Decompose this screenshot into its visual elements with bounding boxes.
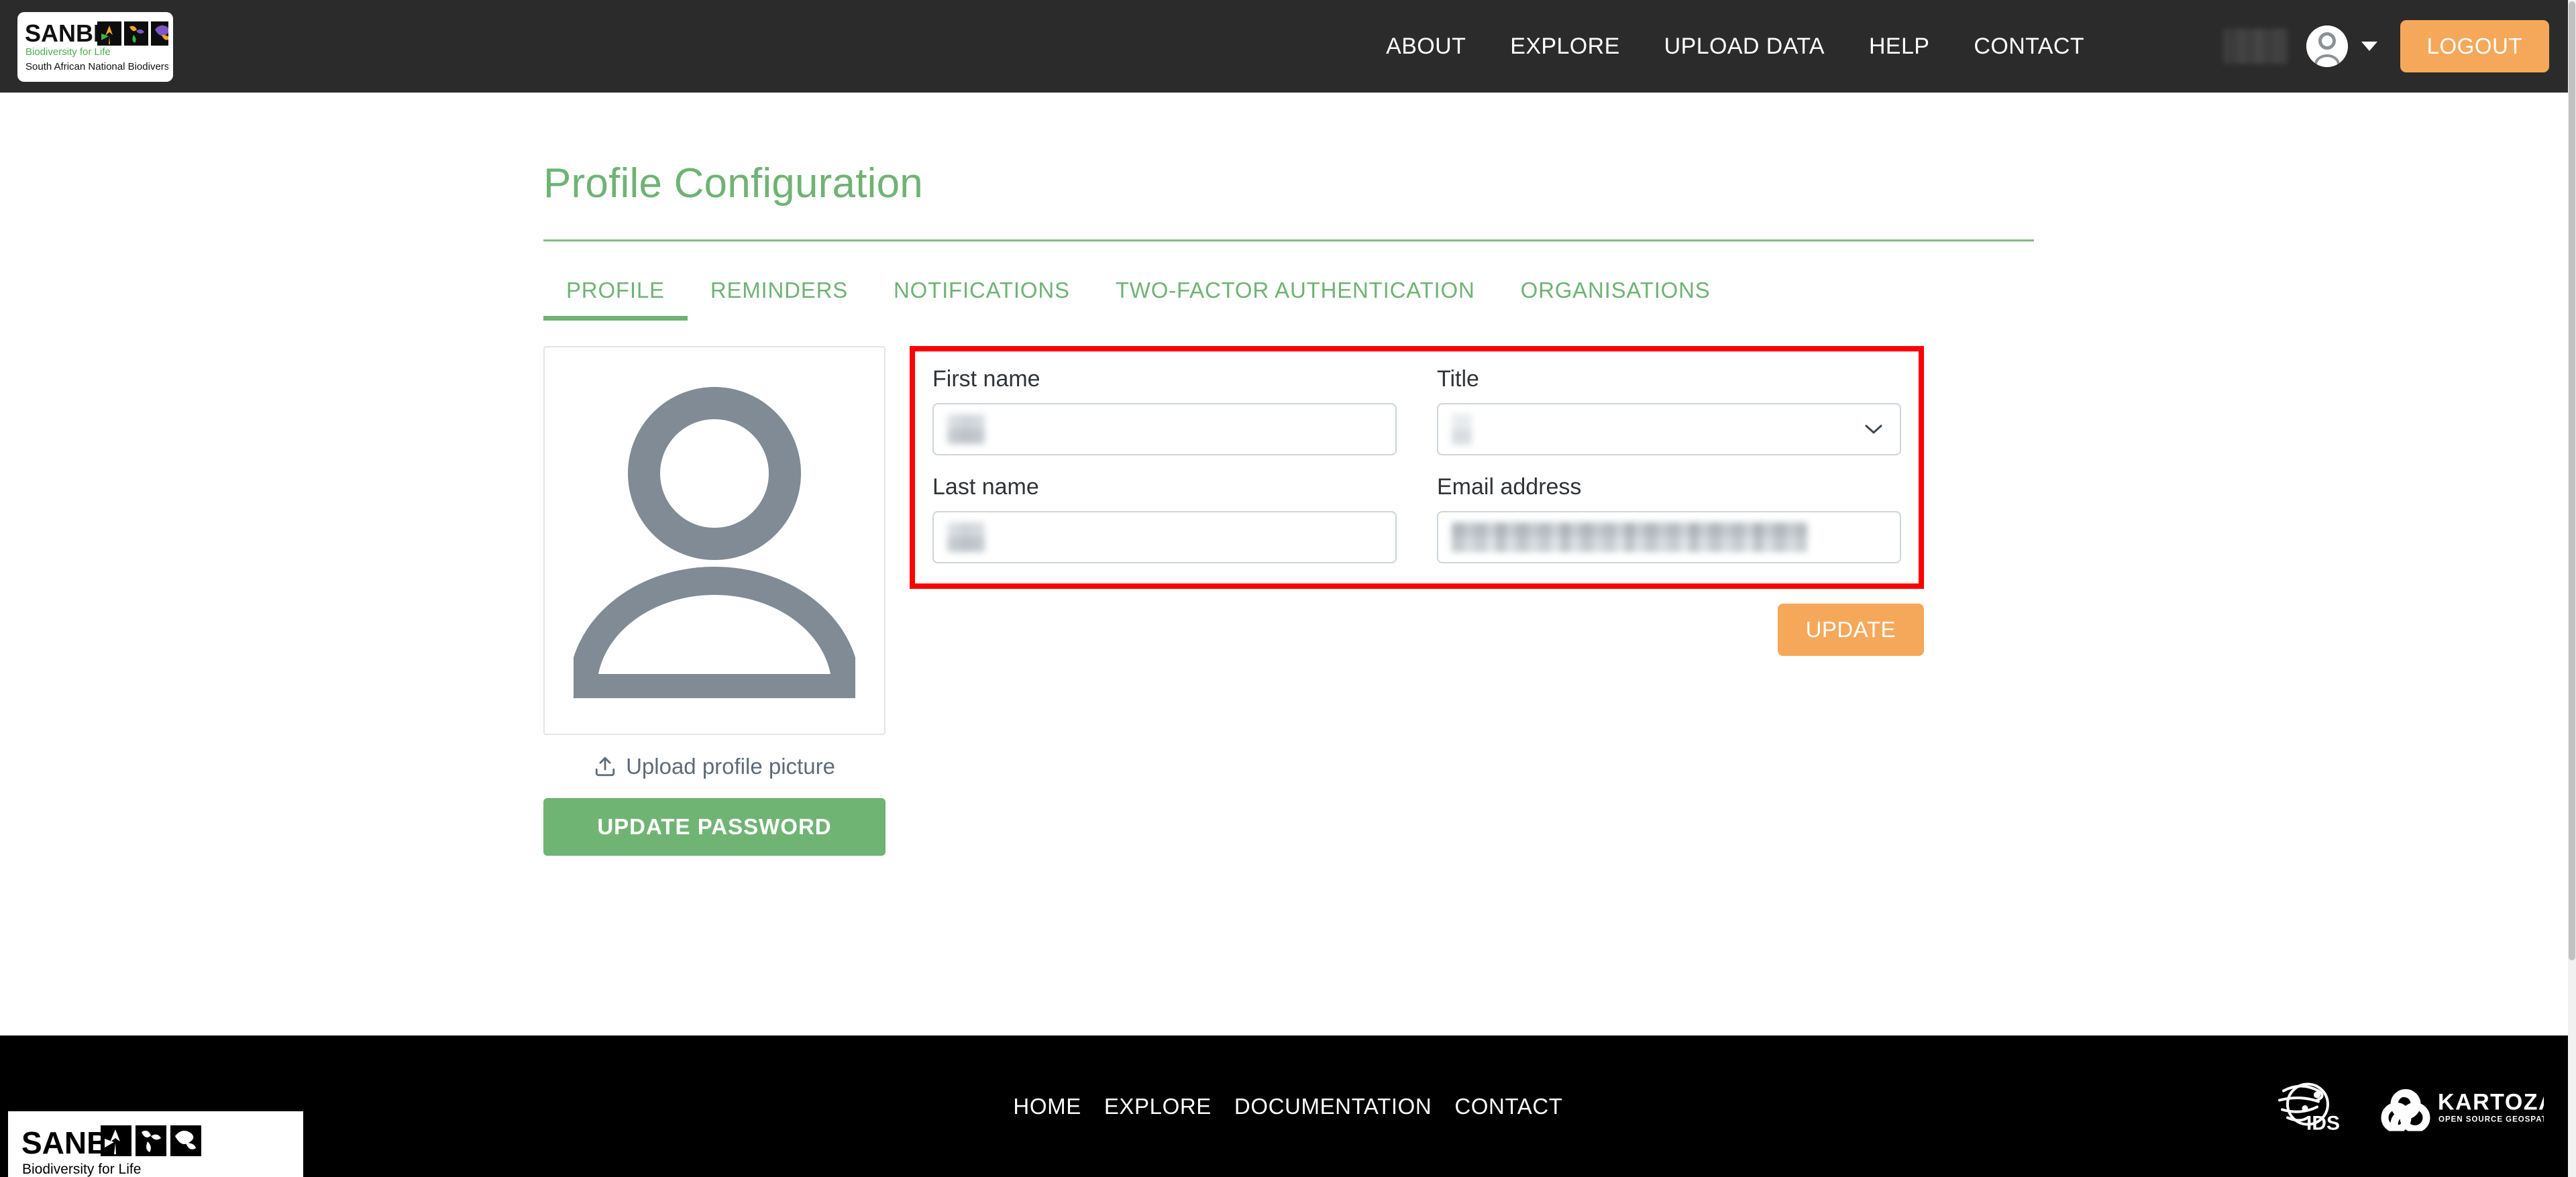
footer-nav: HOME EXPLORE DOCUMENTATION CONTACT: [0, 1094, 2576, 1119]
email-address-label: Email address: [1437, 474, 1582, 500]
tab-reminders[interactable]: REMINDERS: [688, 268, 871, 321]
tab-organisations[interactable]: ORGANISATIONS: [1498, 268, 1733, 321]
sanbi-logo[interactable]: SANBI Biodiversity for Life South Africa…: [17, 12, 173, 82]
page-title: Profile Configuration: [543, 160, 923, 207]
footer-link-explore[interactable]: EXPLORE: [1093, 1094, 1223, 1119]
logout-button[interactable]: LOGOUT: [2400, 20, 2549, 72]
ids-logo-icon: IDS: [2278, 1082, 2340, 1134]
title-divider: [543, 239, 2034, 241]
email-address-input-wrap: [1437, 511, 1901, 563]
main-content: Profile Configuration PROFILE REMINDERS …: [0, 93, 2576, 1035]
profile-form-grid: First name Title Last name Email address: [932, 366, 1901, 563]
chevron-down-icon[interactable]: [2361, 42, 2377, 51]
user-menu[interactable]: LOGOUT: [2222, 0, 2549, 93]
site-footer: SANBI Biodiversity for Life South Africa…: [0, 1035, 2576, 1177]
profile-picture-box[interactable]: [543, 346, 885, 735]
upload-profile-picture-label: Upload profile picture: [626, 754, 835, 779]
avatar[interactable]: [2306, 25, 2348, 67]
last-name-input-wrap: [932, 511, 1397, 563]
footer-link-documentation[interactable]: DOCUMENTATION: [1223, 1094, 1443, 1119]
first-name-input[interactable]: [932, 403, 1397, 455]
svg-text:KARTOZA: KARTOZA: [2438, 1089, 2544, 1115]
nav-link-about[interactable]: ABOUT: [1364, 34, 1488, 60]
field-title: Title: [1437, 366, 1901, 455]
footer-link-home[interactable]: HOME: [1002, 1094, 1092, 1119]
first-name-input-wrap: [932, 403, 1397, 455]
site-header: SANBI Biodiversity for Life South Africa…: [0, 0, 2576, 93]
person-placeholder-icon: [574, 387, 855, 698]
profile-form-column: First name Title Last name Email address…: [910, 346, 2034, 656]
update-password-button[interactable]: UPDATE PASSWORD: [543, 798, 885, 856]
footer-sanbi-logo-icon: SANBI Biodiversity for Life South Africa…: [15, 1115, 297, 1177]
nav-link-upload-data[interactable]: UPLOAD DATA: [1642, 34, 1847, 60]
svg-text:Biodiversity for Life: Biodiversity for Life: [25, 46, 111, 58]
main-nav: ABOUT EXPLORE UPLOAD DATA HELP CONTACT: [1364, 0, 2106, 93]
tab-notifications[interactable]: NOTIFICATIONS: [871, 268, 1093, 321]
kartoza-logo[interactable]: KARTOZA OPEN SOURCE GEOSPATIAL SOLUTIONS: [2376, 1078, 2576, 1137]
footer-partner-logos: IDS KARTOZA OPEN SOURCE GEOSPATIAL SOLUT…: [2267, 1076, 2576, 1137]
svg-text:OPEN SOURCE GEOSPATIAL SOLUTIO: OPEN SOURCE GEOSPATIAL SOLUTIONS: [2438, 1115, 2544, 1123]
svg-text:IDS: IDS: [2306, 1112, 2340, 1133]
first-name-label: First name: [932, 366, 1040, 392]
scrollbar-thumb[interactable]: [2569, 1, 2575, 960]
content-container: Profile Configuration PROFILE REMINDERS …: [543, 93, 2034, 856]
username-label: [2222, 29, 2288, 64]
profile-picture-column: Upload profile picture UPDATE PASSWORD: [543, 346, 885, 856]
svg-text:South African National Biodive: South African National Biodiversity Inst…: [25, 61, 168, 72]
tab-profile[interactable]: PROFILE: [543, 268, 688, 321]
nav-link-contact[interactable]: CONTACT: [1951, 34, 2106, 60]
ids-logo[interactable]: IDS: [2267, 1076, 2347, 1137]
upload-profile-picture-link[interactable]: Upload profile picture: [543, 754, 885, 779]
footer-link-contact[interactable]: CONTACT: [1443, 1094, 1574, 1119]
title-select-wrap: [1437, 403, 1901, 455]
nav-link-explore[interactable]: EXPLORE: [1488, 34, 1642, 60]
last-name-input[interactable]: [932, 511, 1397, 563]
field-first-name: First name: [932, 366, 1397, 455]
update-button[interactable]: UPDATE: [1777, 604, 1924, 656]
upload-icon: [595, 756, 615, 777]
title-label: Title: [1437, 366, 1479, 392]
user-avatar-icon: [2306, 25, 2348, 67]
field-email-address: Email address: [1437, 474, 1901, 563]
title-select[interactable]: [1437, 403, 1901, 455]
form-highlight-box: First name Title Last name Email address: [910, 346, 1924, 589]
kartoza-logo-icon: KARTOZA OPEN SOURCE GEOSPATIAL SOLUTIONS: [2381, 1088, 2576, 1137]
sanbi-logo-icon: SANBI Biodiversity for Life South Africa…: [25, 19, 168, 72]
profile-section: Upload profile picture UPDATE PASSWORD F…: [543, 346, 2034, 856]
svg-text:Biodiversity for Life: Biodiversity for Life: [22, 1162, 141, 1177]
tab-two-factor-authentication[interactable]: TWO-FACTOR AUTHENTICATION: [1093, 268, 1498, 321]
field-last-name: Last name: [932, 474, 1397, 563]
page-root: SANBI Biodiversity for Life South Africa…: [0, 0, 2576, 1177]
email-address-input[interactable]: [1437, 511, 1901, 563]
update-button-row: UPDATE: [910, 604, 1924, 656]
svg-text:SANBI: SANBI: [25, 19, 100, 47]
footer-sanbi-logo[interactable]: SANBI Biodiversity for Life South Africa…: [8, 1111, 303, 1177]
last-name-label: Last name: [932, 474, 1039, 500]
profile-tabs: PROFILE REMINDERS NOTIFICATIONS TWO-FACT…: [543, 268, 2034, 321]
scrollbar-track[interactable]: [2568, 0, 2576, 1177]
nav-link-help[interactable]: HELP: [1847, 34, 1951, 60]
